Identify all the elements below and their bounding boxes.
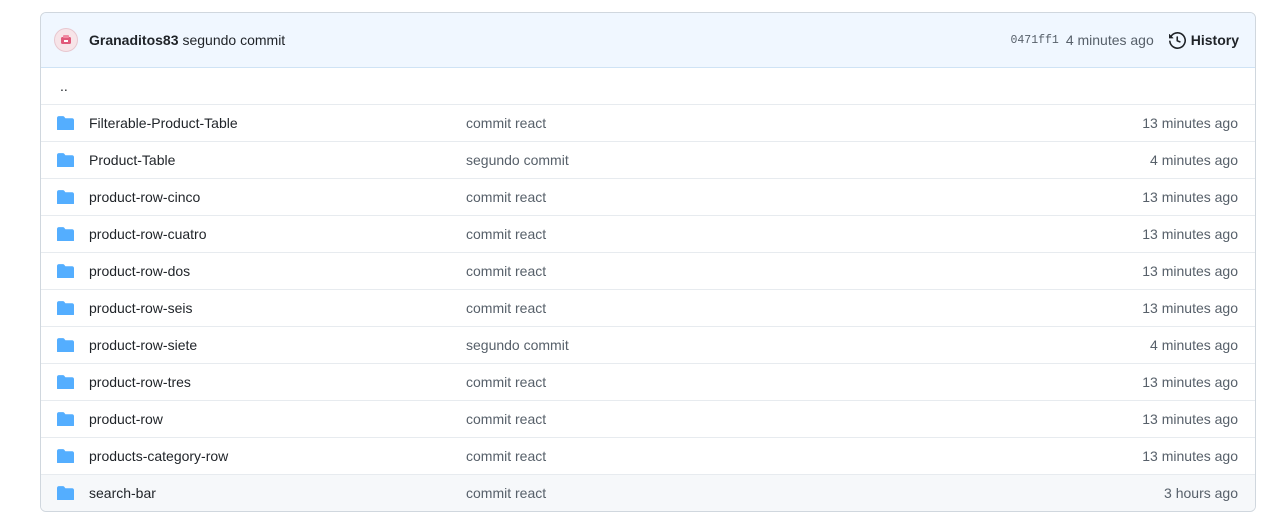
file-commit-message[interactable]: commit react <box>466 300 1142 316</box>
folder-icon <box>57 338 74 352</box>
folder-icon <box>57 486 74 500</box>
author-avatar[interactable] <box>54 28 78 52</box>
file-name-link[interactable]: product-row-siete <box>89 337 466 353</box>
file-commit-message[interactable]: commit react <box>466 485 1164 501</box>
folder-icon <box>57 116 74 130</box>
file-commit-age: 13 minutes ago <box>1142 115 1238 131</box>
latest-commit-bar: Granaditos83 segundo commit 0471ff1 4 mi… <box>41 13 1255 68</box>
folder-icon <box>57 449 74 463</box>
file-commit-message[interactable]: commit react <box>466 374 1142 390</box>
file-row[interactable]: product-row-tres commit react 13 minutes a… <box>41 363 1255 400</box>
file-commit-message[interactable]: commit react <box>466 263 1142 279</box>
parent-directory-link[interactable]: .. <box>60 78 68 94</box>
file-name-link[interactable]: search-bar <box>89 485 466 501</box>
commit-age: 4 minutes ago <box>1065 32 1154 48</box>
file-commit-message[interactable]: commit react <box>466 448 1142 464</box>
commit-message[interactable]: segundo commit <box>182 32 285 48</box>
file-commit-age: 13 minutes ago <box>1142 374 1238 390</box>
file-commit-message[interactable]: segundo commit <box>466 152 1150 168</box>
file-commit-age: 4 minutes ago <box>1150 337 1238 353</box>
file-row[interactable]: product-row commit react 13 minutes ago <box>41 400 1255 437</box>
file-commit-age: 13 minutes ago <box>1142 448 1238 464</box>
file-name-link[interactable]: product-row-cuatro <box>89 226 466 242</box>
folder-icon <box>57 227 74 241</box>
file-row[interactable]: product-row-dos commit react 13 minutes ag… <box>41 252 1255 289</box>
file-commit-message[interactable]: commit react <box>466 226 1142 242</box>
file-commit-message[interactable]: segundo commit <box>466 337 1150 353</box>
file-commit-message[interactable]: commit react <box>466 411 1142 427</box>
file-commit-message[interactable]: commit react <box>466 115 1142 131</box>
file-row[interactable]: product-row-siete segundo commit 4 minutes… <box>41 326 1255 363</box>
file-name-link[interactable]: product-row-dos <box>89 263 466 279</box>
file-name-link[interactable]: products-category-row <box>89 448 466 464</box>
file-commit-age: 4 minutes ago <box>1150 152 1238 168</box>
history-label: History <box>1190 32 1239 48</box>
commit-sha[interactable]: 0471ff1 <box>1011 34 1059 47</box>
folder-icon <box>57 153 74 167</box>
file-commit-age: 13 minutes ago <box>1142 189 1238 205</box>
file-commit-age: 3 hours ago <box>1164 485 1238 501</box>
folder-icon <box>57 375 74 389</box>
file-row[interactable]: product-row-cuatro commit react 13 minutes… <box>41 215 1255 252</box>
file-row[interactable]: Filterable-Product-Table commit react 13 m… <box>41 104 1255 141</box>
file-commit-age: 13 minutes ago <box>1142 263 1238 279</box>
commit-author[interactable]: Granaditos83 <box>89 32 178 48</box>
folder-icon <box>57 264 74 278</box>
file-name-link[interactable]: product-row <box>89 411 466 427</box>
file-row[interactable]: search-bar commit react 3 hours ago <box>41 474 1255 511</box>
file-commit-message[interactable]: commit react <box>466 189 1142 205</box>
file-name-link[interactable]: product-row-cinco <box>89 189 466 205</box>
folder-icon <box>57 301 74 315</box>
file-row[interactable]: product-row-seis commit react 13 minutes a… <box>41 289 1255 326</box>
file-commit-age: 13 minutes ago <box>1142 411 1238 427</box>
history-button[interactable]: History <box>1168 31 1239 49</box>
history-icon <box>1168 31 1186 49</box>
parent-directory-row[interactable]: .. <box>41 68 1255 104</box>
folder-icon <box>57 190 74 204</box>
file-browser: Granaditos83 segundo commit 0471ff1 4 mi… <box>40 12 1256 512</box>
file-name-link[interactable]: product-row-seis <box>89 300 466 316</box>
file-name-link[interactable]: Product-Table <box>89 152 466 168</box>
file-row[interactable]: products-category-row commit react 13 minu… <box>41 437 1255 474</box>
file-commit-age: 13 minutes ago <box>1142 300 1238 316</box>
file-commit-age: 13 minutes ago <box>1142 226 1238 242</box>
file-list: Filterable-Product-Table commit react 13 m… <box>41 104 1255 511</box>
folder-icon <box>57 412 74 426</box>
file-row[interactable]: Product-Table segundo commit 4 minutes ago <box>41 141 1255 178</box>
file-name-link[interactable]: product-row-tres <box>89 374 466 390</box>
file-name-link[interactable]: Filterable-Product-Table <box>89 115 466 131</box>
file-row[interactable]: product-row-cinco commit react 13 minutes … <box>41 178 1255 215</box>
